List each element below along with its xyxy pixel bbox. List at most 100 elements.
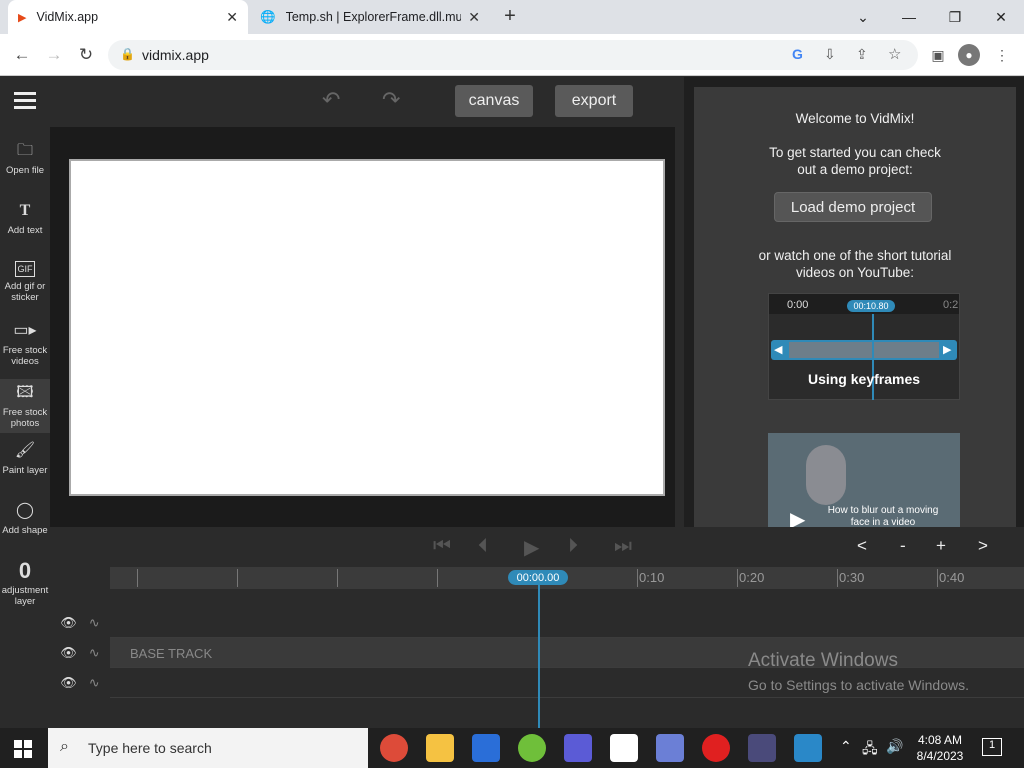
omnibox[interactable]: 🔒 vidmix.app G ⇩ ⇪ ☆ (108, 40, 918, 70)
track-row[interactable] (110, 608, 1024, 638)
base-track-label: BASE TRACK (130, 646, 213, 661)
track-controls: 👁 ∿ (50, 668, 110, 698)
back-icon[interactable]: ← (9, 42, 35, 68)
image-icon: 🖾 (16, 384, 34, 401)
add-text-tool[interactable]: T Add text (0, 201, 50, 236)
eye-icon[interactable]: 👁 (60, 645, 77, 661)
zoom-in-button[interactable]: + (936, 536, 946, 556)
microsoft-store-icon[interactable] (472, 734, 500, 762)
clock-date: 8/4/2023 (916, 749, 964, 763)
search-icon: ⌕ (60, 738, 69, 755)
video-canvas[interactable] (69, 159, 665, 496)
skip-end-icon[interactable]: ⏭ (614, 535, 632, 558)
step-forward-icon[interactable]: ⏵ (568, 535, 578, 558)
close-tab-icon[interactable]: ✕ (468, 9, 480, 26)
paint-layer-tool[interactable]: 🖌 Paint layer (0, 441, 50, 476)
bookmark-star-icon[interactable]: ☆ (888, 45, 901, 63)
eye-icon[interactable]: 👁 (60, 615, 77, 631)
network-icon[interactable]: 🖧 (862, 738, 878, 762)
activate-windows-subtitle: Go to Settings to activate Windows. (748, 677, 969, 693)
vidmix-app: ↶ ↷ canvas export 🗀 Open file T Add text… (0, 77, 1024, 728)
hamburger-menu-icon[interactable] (14, 92, 36, 110)
redo-icon[interactable]: ↷ (382, 87, 400, 113)
open-file-tool[interactable]: 🗀 Open file (0, 141, 50, 176)
google-icon[interactable]: G (792, 46, 803, 62)
maximize-button[interactable]: ❐ (933, 4, 977, 30)
profile-avatar-icon[interactable]: ● (958, 44, 980, 66)
share-icon[interactable]: ⇪ (856, 46, 868, 63)
clip-thumbnail (789, 342, 939, 358)
tab-vidmix[interactable]: ▶ VidMix.app ✕ (8, 0, 248, 34)
more-menu-icon[interactable]: ⋮ (990, 42, 1014, 68)
adjustment-layer-tool[interactable]: 0 adjustment layer (0, 560, 50, 608)
show-hidden-icons-chevron[interactable]: ⌃ (840, 738, 852, 755)
tool-label: Free stock videos (2, 345, 48, 367)
add-shape-tool[interactable]: ◯ Add shape (0, 501, 50, 536)
text-icon: T (19, 202, 31, 219)
ruler-tick (137, 569, 138, 587)
app-triangle-icon[interactable] (656, 734, 684, 762)
tutorial-video-blur-face[interactable]: ▶ How to blur out a moving face in a vid… (768, 433, 960, 527)
file-explorer-icon[interactable] (426, 734, 454, 762)
ruler-label: 0:10 (639, 570, 665, 585)
record-icon[interactable] (702, 734, 730, 762)
taskbar-search-box[interactable]: ⌕ Type here to search (48, 728, 368, 768)
step-back-icon[interactable]: ⏴ (478, 535, 488, 558)
7zip-icon[interactable] (610, 734, 638, 762)
forward-icon[interactable]: → (41, 42, 67, 68)
scroll-right-button[interactable]: > (978, 536, 988, 556)
keyframe-clip-strip: ◀ ▶ (771, 340, 957, 360)
side-panel-icon[interactable]: ▣ (926, 42, 950, 68)
free-stock-photos-tool[interactable]: 🖾 Free stock photos (0, 379, 50, 433)
skip-start-icon[interactable]: ⏮ (433, 535, 451, 558)
windows-start-icon[interactable] (14, 740, 32, 758)
tutorial-video-keyframes[interactable]: 0:00 00:10.80 0:2 ◀ ▶ Using keyframes (768, 293, 960, 400)
ruler-tick (237, 569, 238, 587)
tool-label: adjustment layer (1, 585, 49, 607)
close-window-button[interactable]: ✕ (979, 4, 1023, 30)
tools-sidebar: 🗀 Open file T Add text GIF Add gif or st… (0, 127, 50, 728)
curve-icon[interactable]: ∿ (89, 615, 100, 631)
install-icon[interactable]: ⇩ (824, 46, 836, 63)
chrome-icon[interactable] (380, 734, 408, 762)
zoom-out-button[interactable]: - (900, 536, 906, 556)
welcome-title: Welcome to VidMix! (795, 111, 915, 126)
notification-count: 1 (988, 739, 996, 751)
timeline-playhead[interactable] (538, 575, 540, 728)
export-button[interactable]: export (555, 85, 633, 117)
video-editor-icon[interactable] (748, 734, 776, 762)
new-tab-button[interactable]: + (498, 5, 522, 29)
taskbar-clock[interactable]: 4:08 AM 8/4/2023 (910, 732, 970, 764)
canvas-button[interactable]: canvas (455, 85, 533, 117)
app-green-icon[interactable] (518, 734, 546, 762)
tab-search-chevron-icon[interactable]: ⌄ (841, 4, 885, 30)
film-app-icon[interactable] (794, 734, 822, 762)
clock-time: 4:08 AM (917, 733, 963, 747)
track-controls: 👁 ∿ (50, 638, 110, 668)
minimize-button[interactable]: — (887, 4, 931, 30)
curve-icon[interactable]: ∿ (89, 675, 100, 691)
notifications-icon[interactable]: 1 (982, 738, 1002, 756)
brush-icon: 🖌 (14, 442, 36, 459)
ruler-tick (937, 569, 938, 587)
curve-icon[interactable]: ∿ (89, 645, 100, 661)
url-text: vidmix.app (142, 47, 209, 63)
ruler-tick (737, 569, 738, 587)
shapes-icon: ◯ (16, 502, 34, 519)
close-tab-icon[interactable]: ✕ (226, 9, 238, 26)
volume-icon[interactable]: 🔊 (886, 738, 903, 755)
welcome-intro: To get started you can check out a demo … (769, 145, 941, 177)
tab-temp-sh[interactable]: 🌐 Temp.sh | ExplorerFrame.dll.mun ✕ (250, 0, 490, 34)
play-icon[interactable]: ▶ (524, 535, 539, 560)
ruler-label: 0:40 (939, 570, 965, 585)
app-purple-icon[interactable] (564, 734, 592, 762)
free-stock-videos-tool[interactable]: ▭▸ Free stock videos (0, 321, 50, 367)
load-demo-project-button[interactable]: Load demo project (774, 192, 932, 222)
play-icon: ▶ (790, 509, 806, 527)
eye-icon[interactable]: 👁 (60, 675, 77, 691)
reload-icon[interactable]: ↻ (73, 42, 99, 68)
undo-icon[interactable]: ↶ (322, 87, 340, 113)
folder-icon: 🗀 (16, 142, 33, 159)
scroll-left-button[interactable]: < (857, 536, 867, 556)
add-gif-tool[interactable]: GIF Add gif or sticker (0, 261, 50, 303)
